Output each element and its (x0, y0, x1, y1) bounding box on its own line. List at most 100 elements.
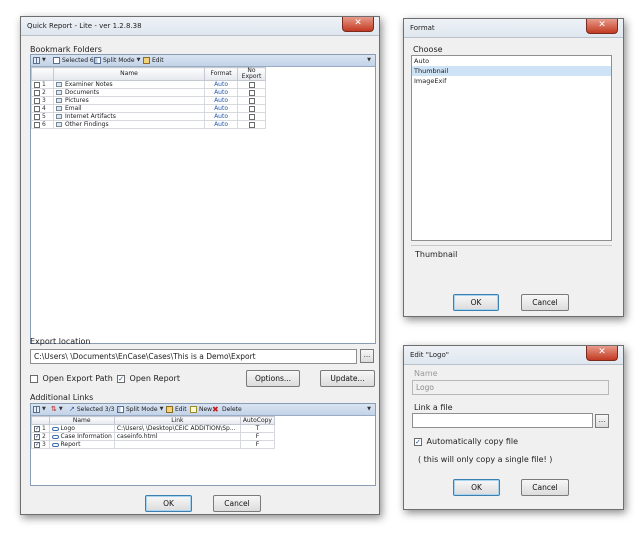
edit-cancel-button[interactable]: Cancel (521, 479, 569, 496)
link-path-cell[interactable] (113, 440, 241, 449)
update-button[interactable]: Update... (320, 370, 375, 387)
link-path-cell[interactable]: caseinfo.html (113, 432, 241, 441)
format-titlebar[interactable]: Format ✕ (404, 19, 623, 38)
name-column-header[interactable]: Name (52, 67, 206, 81)
link-file-field[interactable] (412, 413, 593, 428)
table-row[interactable]: ✓ 2 Case Information caseinfo.html F (31, 432, 276, 441)
link-name-column-header[interactable]: Name (48, 416, 115, 425)
folder-name-cell[interactable]: Other Findings (52, 120, 206, 129)
open-export-path-checkbox[interactable]: Open Export Path (30, 374, 113, 383)
format-cell[interactable]: Auto (204, 88, 238, 97)
link-name-cell[interactable]: Logo (48, 424, 115, 433)
row-checkbox[interactable] (34, 89, 40, 96)
format-option[interactable]: Auto (412, 56, 611, 66)
ok-button[interactable]: OK (145, 495, 192, 512)
row-number-cell[interactable]: ✓ 1 (31, 424, 50, 433)
edit-link-button[interactable]: Edit (166, 404, 187, 415)
edit-button[interactable]: Edit (143, 55, 164, 66)
row-number-cell[interactable]: ✓ 3 (31, 440, 50, 449)
checkbox-unchecked[interactable] (30, 374, 38, 383)
selected-count[interactable]: ↗ Selected 3/3 (69, 404, 114, 415)
format-option[interactable]: Thumbnail (412, 66, 611, 76)
folder-name-cell[interactable]: Examiner Notes (52, 80, 206, 89)
toolbar-overflow-button[interactable]: ▼ (367, 404, 371, 415)
table-row[interactable]: 2 Documents Auto (31, 88, 266, 97)
row-number-cell[interactable]: ✓ 2 (31, 432, 50, 441)
delete-link-button[interactable]: ✖ Delete (212, 404, 242, 415)
export-path-field[interactable]: C:\Users\ \Documents\EnCase\Cases\This i… (30, 349, 357, 364)
format-cell[interactable]: Auto (204, 120, 238, 129)
format-cell[interactable]: Auto (204, 112, 238, 121)
table-row[interactable]: 6 Other Findings Auto (31, 120, 266, 129)
row-number-cell[interactable]: 1 (31, 80, 54, 89)
link-path-cell[interactable]: C:\Users\ \Desktop\CEIC ADDITION\Sp... (113, 424, 241, 433)
split-mode-button[interactable]: Split Mode ▼ (94, 55, 140, 66)
edit-titlebar[interactable]: Edit "Logo" ✕ (404, 346, 623, 365)
close-button[interactable]: ✕ (586, 19, 618, 34)
row-checkbox[interactable] (34, 105, 40, 112)
no-export-cell[interactable] (237, 104, 266, 113)
link-name-cell[interactable]: Case Information (48, 432, 115, 441)
table-row[interactable]: 3 Pictures Auto (31, 96, 266, 105)
columns-button[interactable]: ▼ (33, 404, 46, 415)
folder-name-cell[interactable]: Email (52, 104, 206, 113)
browse-file-button[interactable]: ... (595, 414, 609, 428)
new-link-button[interactable]: New (190, 404, 212, 415)
table-row[interactable]: 4 Email Auto (31, 104, 266, 113)
row-checkbox[interactable] (34, 97, 40, 104)
format-cell[interactable]: Auto (204, 96, 238, 105)
no-export-checkbox[interactable] (248, 81, 255, 88)
link-name-cell[interactable]: Report (48, 440, 115, 449)
no-export-checkbox[interactable] (248, 121, 255, 128)
row-number-cell[interactable]: 2 (31, 88, 54, 97)
table-row[interactable]: 5 Internet Artifacts Auto (31, 112, 266, 121)
folder-name-cell[interactable]: Documents (52, 88, 206, 97)
options-button[interactable]: Options... (246, 370, 300, 387)
autocopy-cell[interactable]: F (239, 440, 276, 449)
row-number-cell[interactable]: 5 (31, 112, 54, 121)
no-export-cell[interactable] (237, 112, 266, 121)
no-export-cell[interactable] (237, 88, 266, 97)
checkbox-checked[interactable]: ✓ (414, 437, 422, 446)
no-export-cell[interactable] (237, 80, 266, 89)
close-button[interactable]: ✕ (586, 346, 618, 361)
row-checkbox[interactable] (34, 81, 40, 88)
no-export-cell[interactable] (237, 120, 266, 129)
format-cancel-button[interactable]: Cancel (521, 294, 569, 311)
row-number-cell[interactable]: 4 (31, 104, 54, 113)
open-report-checkbox[interactable]: ✓ Open Report (117, 374, 180, 383)
no-export-checkbox[interactable] (248, 97, 255, 104)
no-export-checkbox[interactable] (248, 89, 255, 96)
format-options-list[interactable]: Auto Thumbnail ImageExif (411, 55, 612, 241)
no-export-checkbox[interactable] (248, 105, 255, 112)
selected-count[interactable]: Selected 6/6 (53, 55, 100, 66)
row-checkbox[interactable] (34, 121, 40, 128)
cancel-button[interactable]: Cancel (213, 495, 261, 512)
row-checkbox[interactable] (34, 113, 40, 120)
row-checkbox[interactable]: ✓ (34, 425, 40, 432)
no-export-column-header[interactable]: No Export (237, 67, 266, 81)
columns-button[interactable]: ▼ (33, 55, 46, 66)
folder-name-cell[interactable]: Internet Artifacts (52, 112, 206, 121)
autocopy-checkbox[interactable]: ✓ Automatically copy file (414, 437, 518, 446)
format-ok-button[interactable]: OK (453, 294, 499, 311)
table-row[interactable]: 1 Examiner Notes Auto (31, 80, 266, 89)
link-column-header[interactable]: Link (113, 416, 241, 425)
browse-export-button[interactable]: ... (360, 349, 374, 363)
table-row[interactable]: ✓ 3 Report F (31, 440, 276, 449)
autocopy-column-header[interactable]: AutoCopy (239, 416, 276, 425)
row-checkbox[interactable]: ✓ (34, 433, 40, 440)
checkbox-checked[interactable]: ✓ (117, 374, 125, 383)
close-button[interactable]: ✕ (342, 17, 374, 32)
no-export-checkbox[interactable] (248, 113, 255, 120)
format-column-header[interactable]: Format (204, 67, 238, 81)
split-mode-button[interactable]: Split Mode ▼ (117, 404, 163, 415)
no-export-cell[interactable] (237, 96, 266, 105)
toolbar-overflow-button[interactable]: ▼ (367, 55, 371, 66)
row-number-cell[interactable]: 3 (31, 96, 54, 105)
autocopy-cell[interactable]: T (239, 424, 276, 433)
row-checkbox[interactable]: ✓ (34, 441, 40, 448)
quick-report-titlebar[interactable]: Quick Report - Lite - ver 1.2.8.38 ✕ (21, 17, 379, 36)
autocopy-cell[interactable]: F (239, 432, 276, 441)
format-cell[interactable]: Auto (204, 104, 238, 113)
